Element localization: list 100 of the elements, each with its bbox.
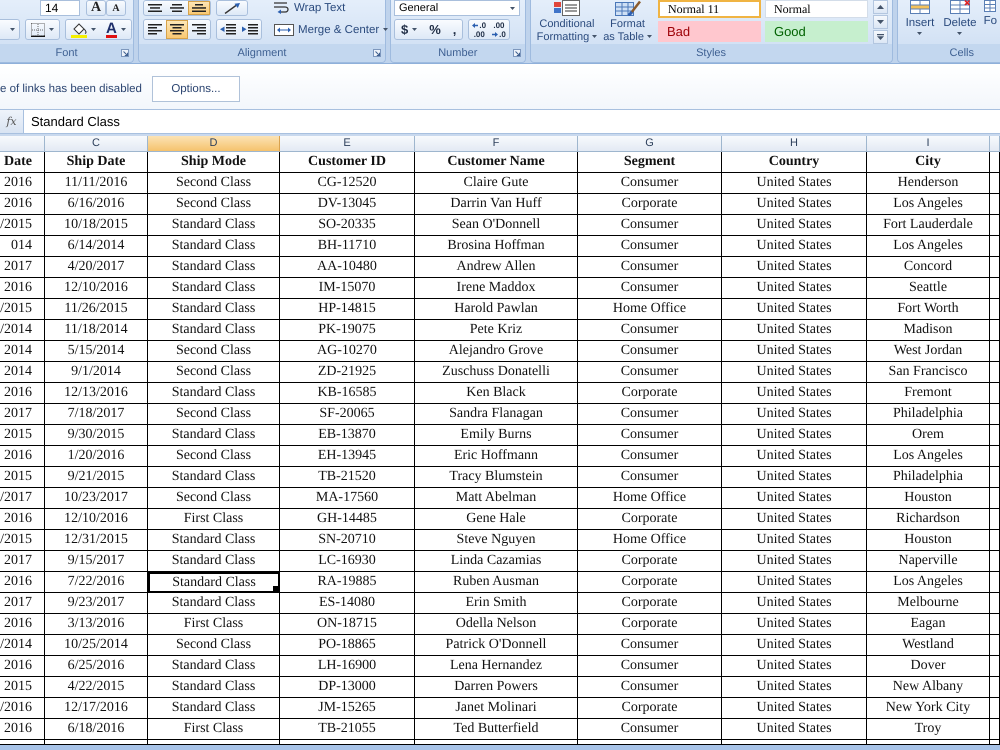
table-cell: HP-14815 [280, 299, 415, 320]
font-color-button[interactable]: A [101, 20, 131, 39]
group-label: Alignment [238, 47, 286, 59]
empty-cell [990, 173, 1000, 194]
fill-handle[interactable] [273, 586, 278, 591]
borders-button[interactable] [25, 19, 60, 40]
table-cell: Ruben Ausman [415, 572, 578, 593]
table-cell: Houston [867, 530, 990, 551]
currency-button[interactable]: $ [395, 20, 424, 39]
merge-center-button[interactable]: Merge & Center [272, 19, 390, 40]
align-bottom-button[interactable] [188, 1, 210, 15]
table-cell: Patrick O'Donnell [415, 635, 578, 656]
percent-button[interactable]: % [423, 20, 447, 39]
decrease-decimal-button[interactable]: .00 .0 [489, 20, 509, 39]
table-cell: United States [722, 194, 867, 215]
table-cell: Corporate [578, 551, 722, 572]
message-text: e of links has been disabled [0, 82, 142, 94]
table-cell: First Class [148, 719, 280, 740]
caret-icon [917, 32, 922, 35]
table-cell: 2016 [0, 446, 45, 467]
empty-cell [990, 719, 1000, 740]
table-cell: 2016 [0, 194, 45, 215]
table-cell: United States [722, 614, 867, 635]
table-cell: Melbourne [867, 593, 990, 614]
increase-decimal-button[interactable]: .0 .00 [469, 20, 490, 39]
column-header[interactable]: H [722, 136, 867, 152]
table-cell: Consumer [578, 320, 722, 341]
format-button[interactable]: Fo [984, 0, 997, 44]
table-cell: Consumer [578, 404, 722, 425]
table-cell: Consumer [578, 677, 722, 698]
table-cell: United States [722, 341, 867, 362]
conditional-formatting-button[interactable]: Conditional Formatting [534, 0, 600, 44]
table-cell: Irene Maddox [415, 278, 578, 299]
grow-font-button[interactable]: A [86, 0, 106, 16]
table-cell: Standard Class [148, 698, 280, 719]
table-grid-icon [910, 0, 930, 14]
return-arrow-icon [274, 2, 290, 14]
table-cell: PO-18865 [280, 635, 415, 656]
caret-icon [91, 28, 96, 31]
scroll-down-button[interactable] [872, 15, 888, 29]
align-right-icon [192, 24, 206, 35]
active-cell[interactable]: Standard Class [148, 572, 280, 593]
column-header[interactable]: F [415, 136, 578, 152]
caret-icon [510, 6, 515, 10]
diagonal-arrow-icon [224, 2, 240, 14]
table-cell: United States [722, 362, 867, 383]
table-cell: United States [722, 320, 867, 341]
font-size-field[interactable]: 14 [40, 0, 80, 16]
format-as-table-button[interactable]: Format as Table [601, 0, 654, 44]
insert-function-button[interactable]: fx [0, 110, 24, 133]
scroll-up-button[interactable] [872, 0, 888, 14]
options-button[interactable]: Options... [152, 76, 240, 102]
table-cell: 014 [0, 236, 45, 257]
cell-style-button[interactable]: Bad [658, 21, 761, 42]
table-cell: Standard Class [148, 299, 280, 320]
table-cell: Henderson [867, 173, 990, 194]
table-cell: Richardson [867, 509, 990, 530]
header-cell: Date [0, 152, 45, 173]
table-cell: Second Class [148, 194, 280, 215]
cell-style-button[interactable]: Good [764, 21, 868, 42]
column-header[interactable]: D [148, 136, 280, 152]
group-label: Font [55, 47, 78, 59]
orientation-button[interactable] [216, 0, 248, 16]
align-center-button[interactable] [166, 20, 188, 39]
wrap-text-button[interactable]: Wrap Text [272, 0, 348, 16]
formula-field[interactable]: Standard Class [24, 110, 1000, 133]
cell-style-button[interactable]: Normal 11 [658, 0, 761, 18]
table-cell: United States [722, 383, 867, 404]
column-header[interactable]: C [45, 136, 148, 152]
table-cell: 12/10/2016 [45, 509, 148, 530]
decrease-indent-icon [220, 24, 236, 35]
table-cell: Linda Cazamias [415, 551, 578, 572]
insert-button[interactable]: Insert [904, 0, 936, 44]
table-cell: Darrin Van Huff [415, 194, 578, 215]
column-header[interactable]: E [280, 136, 415, 152]
caret-icon [876, 20, 884, 24]
table-cell: Orem [867, 425, 990, 446]
caret-icon [383, 28, 388, 31]
group-label: Cells [950, 47, 974, 59]
table-cell: /2014 [0, 635, 45, 656]
empty-cell [990, 299, 1000, 320]
empty-cell [990, 341, 1000, 362]
comma-button[interactable]: , [446, 20, 462, 39]
more-styles-button[interactable] [872, 30, 888, 44]
table-cell: 6/16/2016 [45, 194, 148, 215]
table-cell: LC-16930 [280, 551, 415, 572]
table-cell: SO-20335 [280, 215, 415, 236]
delete-button[interactable]: Delete [941, 0, 979, 44]
table-cell: Dover [867, 656, 990, 677]
column-header[interactable]: I [867, 136, 990, 152]
cell-style-button[interactable]: Normal [764, 0, 868, 18]
table-cell: Consumer [578, 341, 722, 362]
number-format-field[interactable]: General [394, 0, 520, 16]
shrink-font-button[interactable]: A [106, 0, 126, 16]
table-cell: Houston [867, 488, 990, 509]
corner-arrow-icon [373, 49, 381, 57]
table-cell: Standard Class [148, 383, 280, 404]
column-header[interactable]: G [578, 136, 722, 152]
table-cell: 2016 [0, 509, 45, 530]
table-cell: Corporate [578, 509, 722, 530]
